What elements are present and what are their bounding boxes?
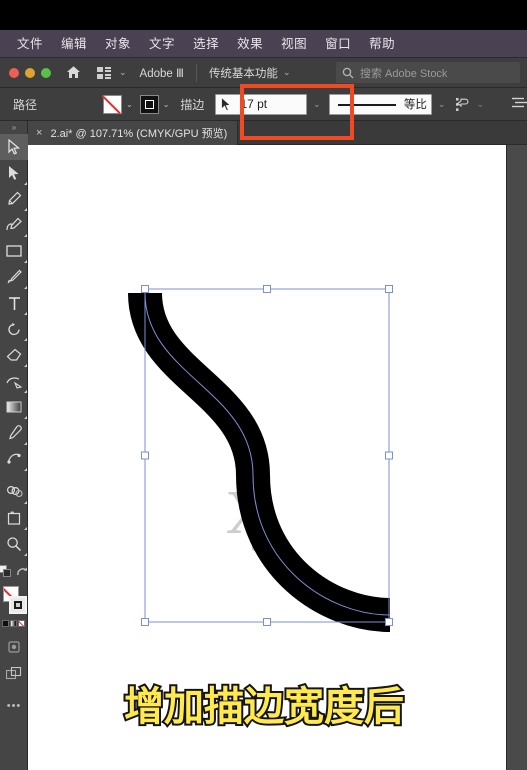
home-icon[interactable] [63,63,83,83]
application-bar: ⌄ Adobe Ⅲ 传统基本功能 ⌄ 搜索 Adobe Stock [0,58,527,88]
selection-tool[interactable] [0,134,28,160]
fill-chevron-down-icon[interactable]: ⌄ [126,100,133,109]
shape-builder-tool[interactable] [0,479,28,505]
zoom-tool[interactable] [0,531,28,557]
handle-top-right [385,285,393,293]
caption-text: 增加描边宽度后 [124,684,404,730]
tool-stroke-swatch[interactable] [9,596,27,614]
paintbrush-tool[interactable] [0,264,28,290]
zoom-button[interactable] [41,67,51,78]
stroked-path [128,291,391,632]
scale-tool[interactable] [0,368,28,394]
tools-panel-expand-handle[interactable]: » [0,121,27,134]
stroke-chevron-down-icon[interactable]: ⌄ [163,100,170,109]
stock-search-placeholder: 搜索 Adobe Stock [360,67,448,80]
appbar-divider [195,63,197,82]
gradient-tool[interactable] [0,394,28,420]
menu-type[interactable]: 文字 [140,30,184,58]
handle-top-left [141,285,149,293]
caption-svg: 增加描边宽度后 [122,682,406,732]
search-icon [342,67,354,78]
stroke-profile-dropdown[interactable]: 等比 [328,93,432,115]
grid-chevron-down-icon[interactable]: ⌄ [119,67,127,78]
handle-top-center [263,285,271,293]
align-chevron-down-icon[interactable]: ⌄ [476,99,484,110]
stroke-width-input[interactable]: 17 pt [215,93,307,115]
menu-window[interactable]: 窗口 [316,30,360,58]
close-tab-icon[interactable]: × [36,127,42,139]
handle-bottom-left [141,618,149,626]
stroke-width-chevron-down-icon[interactable]: ⌄ [313,99,321,110]
stroke-profile-value: 等比 [403,99,427,111]
direct-selection-tool[interactable] [0,160,28,186]
close-button[interactable] [9,67,19,78]
control-bar: 路径 ⌄ ⌄ 描边 17 pt ⌄ 等比 ⌄ ⌄ [0,88,527,121]
profile-chevron-down-icon[interactable]: ⌄ [438,99,446,110]
eyedropper-tool[interactable] [0,420,28,446]
pen-tool[interactable] [0,186,28,212]
none-mode-button[interactable] [18,620,25,627]
document-tab-title: 2.ai* @ 107.71% (CMYK/GPU 预览) [50,127,228,140]
blend-tool[interactable] [0,446,28,472]
artboard-tool[interactable] [0,505,28,531]
rectangle-tool[interactable] [0,238,28,264]
options-list-icon[interactable] [512,97,527,112]
handle-bottom-center [263,618,271,626]
arrange-documents-icon[interactable] [0,660,28,686]
rotate-tool[interactable] [0,316,28,342]
gradient-mode-button[interactable] [10,620,17,627]
handle-middle-left [141,451,149,460]
document-tab[interactable]: × 2.ai* @ 107.71% (CMYK/GPU 预览) [28,120,239,145]
menu-bar: 文件 编辑 对象 文字 选择 效果 视图 窗口 帮助 [0,30,527,58]
illustrator-window: 文件 编辑 对象 文字 选择 效果 视图 窗口 帮助 ⌄ Adobe Ⅲ 传统基… [0,0,527,770]
menu-file[interactable]: 文件 [8,30,52,58]
top-black-strip [0,0,527,30]
right-panel-strip[interactable] [506,145,527,770]
document-canvas[interactable]: X tem 增加描边宽度后 [28,145,506,770]
menu-effect[interactable]: 效果 [228,30,272,58]
mouse-cursor-icon [221,96,232,111]
fill-color-swatch[interactable] [103,94,123,114]
document-tab-bar: × 2.ai* @ 107.71% (CMYK/GPU 预览) [28,120,527,145]
menu-edit[interactable]: 编辑 [52,30,96,58]
fill-stroke-swatches[interactable] [0,586,28,616]
align-objects-icon[interactable] [455,97,470,112]
stroke-label: 描边 [180,97,205,112]
window-controls [0,67,51,78]
menu-object[interactable]: 对象 [96,30,140,58]
default-fill-stroke-icon[interactable] [16,565,28,583]
color-mode-buttons [0,620,27,627]
more-tools-button[interactable]: ••• [0,693,28,719]
workspace-chevron-down-icon[interactable]: ⌄ [283,67,291,78]
screen-mode-icon[interactable] [0,634,28,660]
menu-view[interactable]: 视图 [272,30,316,58]
eraser-tool[interactable] [0,342,28,368]
type-tool[interactable] [0,290,28,316]
object-type-label: 路径 [13,97,38,112]
minimize-button[interactable] [25,67,35,78]
menu-help[interactable]: 帮助 [360,30,404,58]
curvature-tool[interactable] [0,212,28,238]
workspace-selector[interactable]: 传统基本功能 [209,65,278,81]
handle-middle-right [385,451,393,460]
stroke-width-value: 17 pt [240,97,268,111]
grid-layout-icon[interactable]: ⌄ [97,66,127,79]
profile-preview-line [337,103,396,106]
app-name-label: Adobe Ⅲ [139,67,184,80]
menu-select[interactable]: 选择 [184,30,228,58]
color-mode-button[interactable] [2,620,9,627]
caption-wrapper: 增加描边宽度后 [120,674,420,741]
stroke-color-swatch[interactable] [139,94,159,114]
tools-panel: » ••• [0,121,28,770]
handle-bottom-right [385,618,393,626]
stock-search-field[interactable]: 搜索 Adobe Stock [336,62,520,83]
swap-fill-stroke-icon[interactable] [0,565,12,583]
